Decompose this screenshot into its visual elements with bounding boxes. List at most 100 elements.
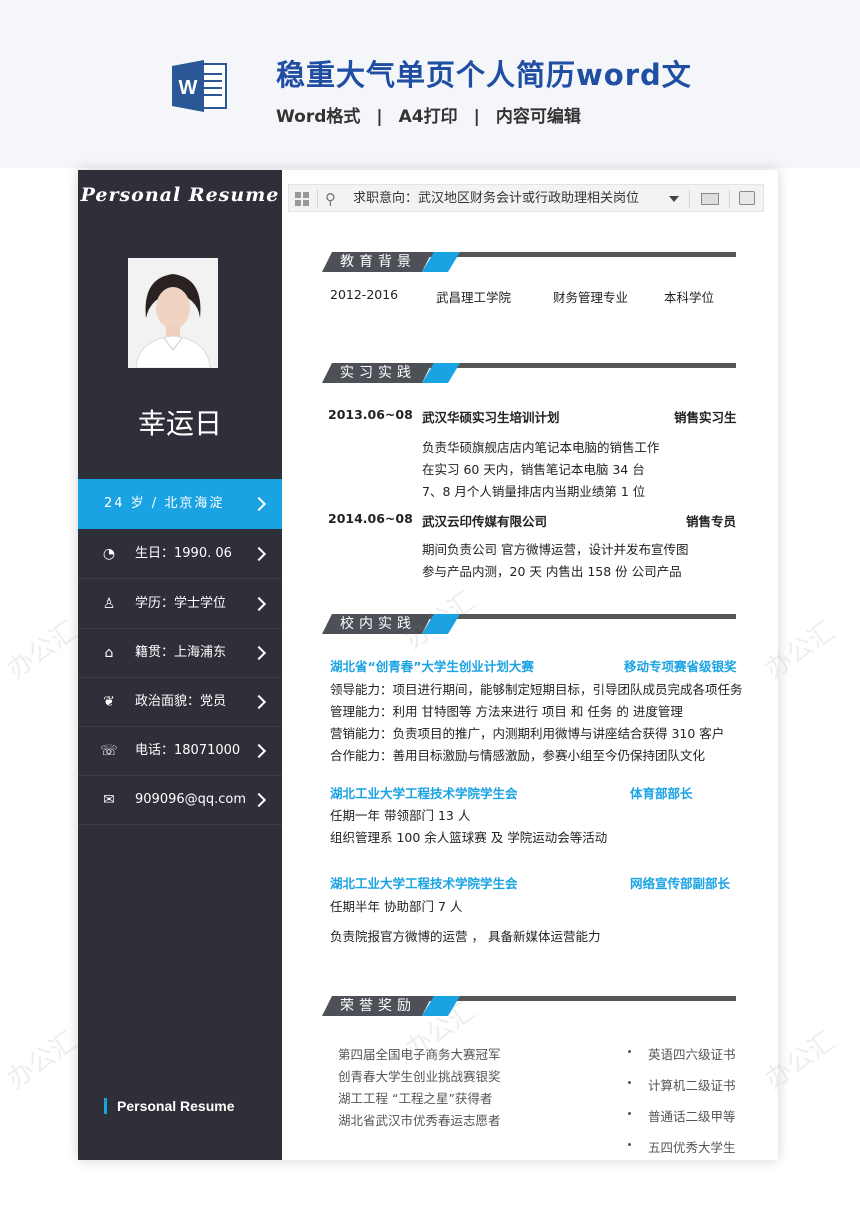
section-title: 教育背景 (340, 254, 416, 270)
campus-desc: 领导能力：项目进行期间，能够制定短期目标，引导团队成员完成各项任务 (330, 682, 743, 697)
job-intent-text: 求职意向：武汉地区财务会计或行政助理相关岗位 (353, 191, 640, 206)
clock-icon: ◔ (102, 546, 116, 562)
header-line (422, 252, 736, 257)
home-icon: ⌂ (104, 645, 114, 661)
section-header-internship: 实习实践 (322, 363, 736, 383)
mail-icon[interactable] (701, 193, 719, 205)
campus-desc: 任期一年 带领部门 13 人 (330, 808, 471, 823)
campus-org: 湖北省“创青春”大学生创业计划大赛 (330, 659, 534, 674)
chevron-down-icon[interactable] (669, 196, 679, 202)
job-company: 武汉华硕实习生培训计划 (422, 410, 560, 425)
campus-org: 湖北工业大学工程技术学院学生会 (330, 876, 518, 891)
honor-item: 湖北省武汉市优秀春运志愿者 (338, 1113, 501, 1128)
person-icon: ♙ (102, 596, 116, 612)
section-title: 实习实践 (340, 365, 416, 381)
age-location-bar[interactable]: 24 岁 / 北京海淀 (78, 479, 282, 529)
svg-text:W: W (179, 77, 198, 99)
header-banner: W 稳重大气单页个人简历word文 Word格式 | A4打印 | 内容可编辑 (0, 0, 860, 168)
honor-item: 创青春大学生创业挑战赛银奖 (338, 1069, 501, 1084)
info-education[interactable]: ♙ 学历：学士学位 (78, 579, 282, 629)
info-text: 学历：学士学位 (135, 596, 227, 611)
section-header-campus: 校内实践 (322, 614, 736, 634)
job-date: 2013.06~08 (328, 407, 413, 422)
format-label: Word格式 (276, 107, 361, 127)
info-text: 生日：1990. 06 (135, 546, 232, 561)
honor-item: 湖工工程 “工程之星”获得者 (338, 1091, 493, 1106)
campus-desc: 任期半年 协助部门 7 人 (330, 899, 463, 914)
bullet (628, 1112, 631, 1115)
chevron-right-icon (251, 596, 267, 612)
edu-degree: 本科学位 (664, 290, 715, 305)
watermark: 办公汇 (1, 1025, 83, 1096)
job-intent-bar[interactable]: ⚲ 求职意向：武汉地区财务会计或行政助理相关岗位 (288, 184, 764, 212)
word-logo-icon: W (172, 60, 227, 112)
edu-period: 2012-2016 (330, 287, 399, 302)
bullet (628, 1081, 631, 1084)
divider (317, 189, 318, 209)
job-desc: 参与产品内测，20 天 内售出 158 份 公司产品 (422, 564, 682, 579)
edu-school: 武昌理工学院 (436, 290, 512, 305)
script-title: Personal Resume (80, 184, 280, 206)
profile-photo (128, 258, 218, 368)
campus-role: 移动专项赛省级银奖 (624, 659, 737, 674)
bullet (628, 1050, 631, 1053)
windows-icon (295, 192, 309, 206)
job-role: 销售专员 (686, 514, 737, 529)
leaf-icon: ❦ (103, 694, 115, 710)
campus-desc: 负责院报官方微博的运营 ， 具备新媒体运营能力 (330, 929, 601, 944)
job-company: 武汉云印传媒有限公司 (422, 514, 548, 529)
chevron-right-icon (251, 792, 267, 808)
info-birthday[interactable]: ◔ 生日：1990. 06 (78, 529, 282, 579)
section-header-education: 教育背景 (322, 252, 736, 272)
edu-major: 财务管理专业 (553, 290, 629, 305)
job-desc: 在实习 60 天内，销售笔记本电脑 34 台 (422, 462, 645, 477)
search-icon: ⚲ (325, 190, 336, 208)
campus-desc: 组织管理系 100 余人篮球赛 及 学院运动会等活动 (330, 830, 608, 845)
campus-desc: 营销能力：负责项目的推广，内测期利用微博与讲座结合获得 310 客户 (330, 726, 725, 741)
separator: | (376, 107, 383, 127)
bullet (628, 1143, 631, 1146)
header-line (422, 363, 736, 368)
job-desc: 7、8 月个人销量排店内当期业绩第 1 位 (422, 484, 646, 499)
campus-org: 湖北工业大学工程技术学院学生会 (330, 786, 518, 801)
chevron-right-icon (251, 496, 267, 512)
campus-role: 网络宣传部副部长 (630, 876, 731, 891)
certificate-item: 计算机二级证书 (648, 1078, 736, 1093)
info-email[interactable]: ✉ 909096@qq.com (78, 775, 282, 825)
section-title: 荣誉奖励 (340, 998, 416, 1014)
person-name: 幸运日 (137, 407, 222, 440)
open-mail-icon[interactable] (739, 191, 755, 205)
watermark: 办公汇 (1, 615, 83, 686)
job-role: 销售实习生 (674, 410, 737, 425)
job-date: 2014.06~08 (328, 511, 413, 526)
section-header-honors: 荣誉奖励 (322, 996, 736, 1016)
campus-desc: 管理能力：利用 甘特图等 方法来进行 项目 和 任务 的 进度管理 (330, 704, 683, 719)
age-location-text: 24 岁 / 北京海淀 (104, 496, 225, 511)
info-political[interactable]: ❦ 政治面貌：党员 (78, 677, 282, 727)
certificate-item: 五四优秀大学生 (648, 1140, 736, 1155)
print-label: A4打印 (398, 107, 458, 127)
divider (729, 189, 730, 209)
banner-title: 稳重大气单页个人简历word文 (276, 58, 692, 92)
resume-card: Personal Resume 幸运日 24 岁 / 北京海淀 ◔ 生日：199… (78, 170, 778, 1160)
info-text: 籍贯：上海浦东 (135, 645, 227, 660)
job-desc: 负责华硕旗舰店店内笔记本电脑的销售工作 (422, 440, 660, 455)
separator: | (473, 107, 480, 127)
sidebar: Personal Resume 幸运日 24 岁 / 北京海淀 ◔ 生日：199… (78, 170, 282, 1160)
mail-icon: ✉ (103, 792, 115, 808)
info-text: 电话：18071000 (135, 743, 241, 758)
job-desc: 期间负责公司 官方微博运营，设计并发布宣传图 (422, 542, 689, 557)
chevron-right-icon (251, 546, 267, 562)
info-hometown[interactable]: ⌂ 籍贯：上海浦东 (78, 628, 282, 678)
info-text: 909096@qq.com (135, 792, 247, 807)
header-line (422, 996, 736, 1001)
banner-subtitle: Word格式 | A4打印 | 内容可编辑 (276, 102, 581, 127)
campus-desc: 合作能力：善用目标激励与情感激励，参赛小组至今仍保持团队文化 (330, 748, 706, 763)
editable-label: 内容可编辑 (495, 107, 581, 127)
chevron-right-icon (251, 743, 267, 759)
info-phone[interactable]: ☏ 电话：18071000 (78, 726, 282, 776)
phone-icon: ☏ (100, 743, 118, 759)
campus-role: 体育部部长 (630, 786, 693, 801)
divider (689, 189, 690, 209)
certificate-item: 英语四六级证书 (648, 1047, 736, 1062)
